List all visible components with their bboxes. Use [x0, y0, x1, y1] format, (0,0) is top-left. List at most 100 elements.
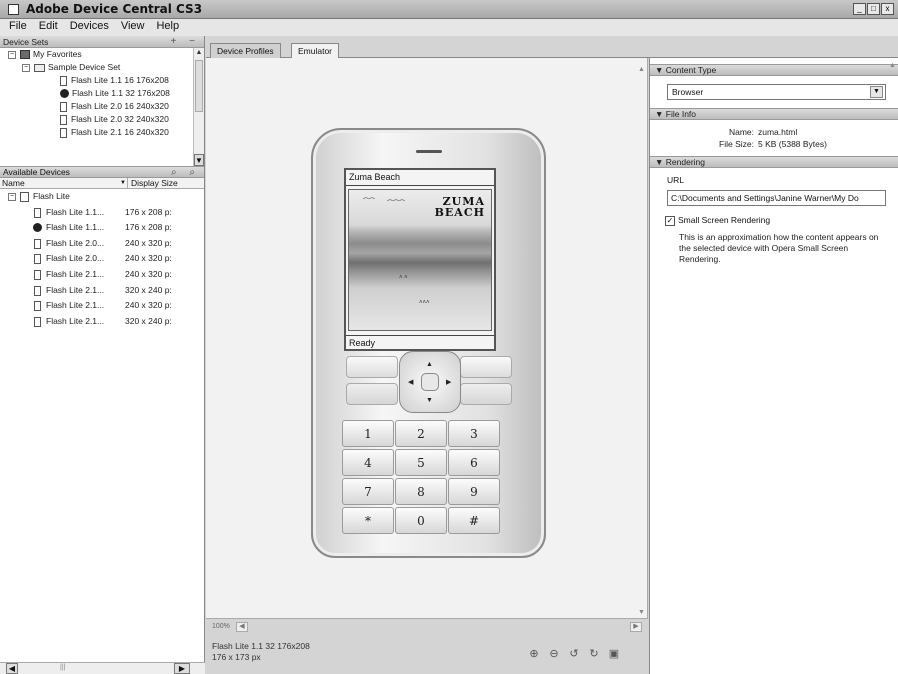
key-5[interactable]: 5 — [395, 449, 447, 476]
column-display-size[interactable]: Display Size — [127, 178, 178, 189]
dpad-up-icon[interactable]: ▲ — [426, 361, 433, 368]
right-soft-key[interactable] — [460, 356, 512, 378]
collapse-icon[interactable]: − — [8, 192, 16, 201]
scroll-up-icon[interactable]: ▲ — [194, 48, 204, 58]
minimize-button[interactable]: _ — [853, 3, 866, 15]
screen-status: Ready — [349, 338, 376, 348]
device-size: 240 x 320 p: — [125, 253, 172, 264]
device-name: Flash Lite 2.0... — [46, 253, 105, 264]
chevron-down-icon[interactable]: ▼ — [870, 86, 883, 98]
tab-device-profiles[interactable]: Device Profiles — [210, 43, 281, 58]
scroll-right-icon[interactable]: ▶ — [174, 663, 190, 674]
device-icon — [34, 301, 41, 312]
list-item[interactable]: Flash Lite 2.1... 240 x 320 p: — [0, 298, 204, 314]
rotate-right-icon[interactable]: ↻ — [588, 648, 600, 660]
small-screen-rendering-row[interactable]: ✓ Small Screen Rendering — [665, 214, 898, 226]
key-4[interactable]: 4 — [342, 449, 394, 476]
device-icon — [34, 269, 41, 280]
device-icon — [34, 207, 41, 218]
menu-file[interactable]: File — [3, 19, 33, 36]
scroll-up-icon[interactable]: ▲ — [638, 66, 645, 73]
key-1[interactable]: 1 — [342, 420, 394, 447]
maximize-button[interactable]: □ — [867, 3, 880, 15]
tree-item-device[interactable]: Flash Lite 1.1 32 176x208 — [0, 87, 204, 100]
rotate-left-icon[interactable]: ↺ — [568, 648, 580, 660]
device-icon — [60, 127, 67, 138]
search-icon[interactable]: ⌕ ⌕ — [171, 167, 200, 178]
rendering-header[interactable]: ▼ Rendering — [650, 156, 898, 168]
key-7[interactable]: 7 — [342, 478, 394, 505]
device-sets-scrollbar[interactable]: ▲ ▼ — [193, 48, 204, 166]
snapshot-icon[interactable]: ▣ — [608, 648, 620, 660]
menu-view[interactable]: View — [115, 19, 151, 36]
favorites-icon — [20, 50, 30, 60]
tree-item-device[interactable]: Flash Lite 2.1 16 240x320 — [0, 126, 204, 139]
scroll-down-icon[interactable]: ▼ — [194, 154, 204, 166]
list-item[interactable]: Flash Lite 1.1... 176 x 208 p: — [0, 220, 204, 236]
tab-emulator[interactable]: Emulator — [291, 43, 340, 58]
device-size: 240 x 320 p: — [125, 237, 172, 248]
left-soft-key[interactable] — [346, 356, 398, 378]
tree-item-favorites[interactable]: − My Favorites — [0, 48, 204, 61]
tree-item-device[interactable]: Flash Lite 2.0 16 240x320 — [0, 100, 204, 113]
dpad-left-icon[interactable]: ◀ — [408, 379, 413, 386]
small-screen-rendering-checkbox[interactable]: ✓ — [665, 215, 675, 226]
dpad-down-icon[interactable]: ▼ — [426, 397, 433, 404]
end-key[interactable] — [460, 383, 512, 405]
key-6[interactable]: 6 — [448, 449, 500, 476]
menu-help[interactable]: Help — [150, 19, 185, 36]
list-item[interactable]: Flash Lite 2.1... 320 x 240 p: — [0, 314, 204, 330]
scroll-grip[interactable]: ||| — [60, 664, 65, 671]
available-devices-title: Available Devices — [3, 167, 70, 177]
tree-item-device[interactable]: Flash Lite 2.0 32 240x320 — [0, 113, 204, 126]
list-item[interactable]: Flash Lite 2.0... 240 x 320 p: — [0, 251, 204, 267]
key-star[interactable]: * — [342, 507, 394, 534]
dpad-select-button[interactable] — [421, 373, 439, 391]
file-info-header[interactable]: ▼ File Info — [650, 108, 898, 120]
list-item[interactable]: Flash Lite 2.0... 240 x 320 p: — [0, 236, 204, 252]
scroll-up-icon[interactable]: ▲ — [889, 62, 898, 69]
collapse-icon[interactable]: − — [22, 63, 30, 72]
key-8[interactable]: 8 — [395, 478, 447, 505]
left-panel-horizontal-scrollbar[interactable]: ◀ ||| ▶ — [0, 662, 205, 674]
logo-line: BEACH — [434, 206, 485, 219]
menu-devices[interactable]: Devices — [64, 19, 115, 36]
scroll-down-icon[interactable]: ▼ — [638, 609, 645, 616]
tree-item-label: Flash Lite 1.1 16 176x208 — [71, 75, 169, 85]
key-3[interactable]: 3 — [448, 420, 500, 447]
device-icon — [60, 114, 67, 125]
column-name[interactable]: Name — [2, 178, 25, 189]
list-item[interactable]: Flash Lite 1.1... 176 x 208 p: — [0, 205, 204, 221]
key-2[interactable]: 2 — [395, 420, 447, 447]
scroll-left-icon[interactable]: ◀ — [6, 663, 18, 674]
section-title: Rendering — [665, 157, 706, 167]
list-item[interactable]: Flash Lite 2.1... 240 x 320 p: — [0, 267, 204, 283]
collapse-icon[interactable]: − — [8, 50, 16, 59]
close-button[interactable]: x — [881, 3, 894, 15]
url-field[interactable]: C:\Documents and Settings\Janine Warner\… — [667, 190, 886, 206]
dpad-right-icon[interactable]: ▶ — [446, 379, 451, 386]
navigation-pad[interactable]: ▲ ▼ ◀ ▶ — [399, 351, 461, 413]
list-item[interactable]: Flash Lite 2.1... 320 x 240 p: — [0, 283, 204, 299]
phone-screen[interactable]: Zuma Beach ⌒⌒ ⌒⌒⌒ ˄˄˄ ˄ ˄ ZUMA BEACH Rea… — [344, 168, 496, 351]
key-9[interactable]: 9 — [448, 478, 500, 505]
content-type-select[interactable]: Browser ▼ — [667, 84, 886, 100]
tree-item-device[interactable]: Flash Lite 1.1 16 176x208 — [0, 74, 204, 87]
scroll-thumb[interactable] — [195, 60, 203, 112]
menu-edit[interactable]: Edit — [33, 19, 64, 36]
list-group-flash-lite[interactable]: − Flash Lite — [0, 189, 204, 205]
scroll-left-icon[interactable]: ◀ — [236, 622, 248, 632]
device-icon — [60, 75, 67, 86]
device-sets-add-remove-buttons[interactable]: + − — [171, 36, 200, 48]
tree-item-sample-set[interactable]: − Sample Device Set — [0, 61, 204, 74]
call-key[interactable] — [346, 383, 398, 405]
key-0[interactable]: 0 — [395, 507, 447, 534]
zoom-level[interactable]: 100% — [212, 623, 230, 630]
key-hash[interactable]: # — [448, 507, 500, 534]
zoom-out-icon[interactable]: ⊖ — [548, 648, 560, 660]
content-type-header[interactable]: ▼ Content Type — [650, 64, 898, 76]
scroll-right-icon[interactable]: ▶ — [630, 622, 642, 632]
zoom-in-icon[interactable]: ⊕ — [528, 648, 540, 660]
emulator-vertical-scrollbar[interactable]: ▲ ▼ — [637, 58, 647, 618]
phone-speaker — [416, 150, 442, 153]
